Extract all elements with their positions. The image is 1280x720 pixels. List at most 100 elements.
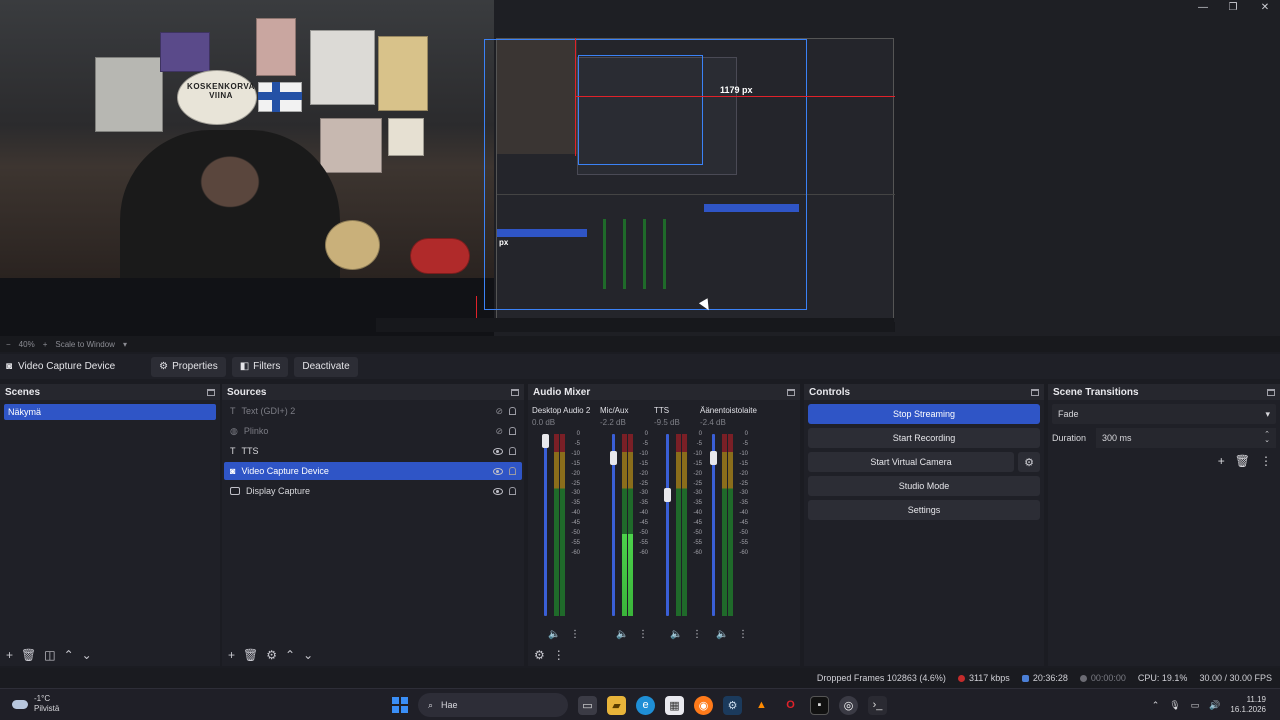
- lock-icon[interactable]: [509, 407, 516, 415]
- guide-line-horizontal: [575, 96, 895, 97]
- status-bar: Dropped Frames 102863 (4.6%) 3117 kbps 2…: [0, 668, 1280, 688]
- zoom-in-button[interactable]: +: [43, 340, 48, 349]
- terminal-icon[interactable]: ▪: [810, 695, 829, 715]
- mixer-title: Audio Mixer: [533, 386, 591, 398]
- weather-widget[interactable]: -1°C Pilvistä: [12, 694, 59, 714]
- transitions-header: Scene Transitions: [1048, 384, 1280, 400]
- scene-filters-icon[interactable]: ◫: [44, 648, 55, 662]
- store-icon[interactable]: ▦: [665, 695, 684, 715]
- more-options-icon[interactable]: ⋮: [553, 648, 565, 662]
- lock-icon[interactable]: [509, 427, 516, 435]
- trash-icon[interactable]: 🗑: [21, 648, 36, 662]
- hidden-eye-icon[interactable]: ⊘: [495, 426, 503, 437]
- undock-icon[interactable]: [1031, 388, 1039, 396]
- trash-icon[interactable]: 🗑: [1235, 454, 1250, 468]
- lock-icon[interactable]: [509, 487, 516, 495]
- studio-mode-button[interactable]: Studio Mode: [808, 476, 1040, 496]
- minimize-icon[interactable]: —: [1195, 2, 1211, 13]
- add-source-button[interactable]: +: [228, 648, 235, 662]
- undock-icon[interactable]: [1267, 388, 1275, 396]
- scale-tick: -10: [639, 450, 648, 457]
- obs-icon[interactable]: ◎: [839, 695, 858, 715]
- start-virtual-camera-button[interactable]: Start Virtual Camera: [808, 452, 1014, 472]
- scale-mode[interactable]: Scale to Window: [55, 340, 115, 349]
- edge-icon[interactable]: e: [636, 695, 655, 715]
- source-item[interactable]: T TTS: [224, 442, 522, 460]
- move-up-icon[interactable]: ⌃: [285, 648, 295, 662]
- speaker-icon[interactable]: 🔈: [670, 629, 682, 640]
- volume-icon[interactable]: 🔊: [1209, 700, 1220, 711]
- add-transition-icon[interactable]: +: [1218, 454, 1225, 468]
- trash-icon[interactable]: 🗑: [243, 648, 258, 662]
- filters-label: Filters: [253, 361, 281, 372]
- fader-knob[interactable]: [710, 450, 717, 465]
- audio-mixer-dock: Audio Mixer Desktop Audio 2 0.0 dB 0 -5 -10 -…: [528, 384, 800, 666]
- move-down-icon[interactable]: ⌄: [82, 648, 92, 662]
- fader-knob[interactable]: [610, 450, 617, 465]
- controls-title: Controls: [809, 386, 851, 398]
- vlc-icon[interactable]: ▲: [752, 696, 771, 715]
- windows-taskbar: -1°C Pilvistä ⌕ Hae ▭ ▰ e ▦ ◉ ⚙ ▲ O ▪ ◎ …: [0, 688, 1280, 720]
- stop-streaming-button[interactable]: Stop Streaming: [808, 404, 1040, 424]
- gear-icon[interactable]: ⚙: [266, 648, 277, 662]
- firefox-icon[interactable]: ◉: [694, 695, 713, 715]
- hidden-eye-icon[interactable]: ⊘: [495, 406, 503, 417]
- more-options-icon[interactable]: ⋮: [738, 629, 748, 640]
- undock-icon[interactable]: [207, 388, 215, 396]
- close-icon[interactable]: ✕: [1257, 2, 1273, 13]
- start-button[interactable]: [392, 697, 408, 713]
- eye-icon[interactable]: [493, 487, 503, 495]
- fader-knob[interactable]: [664, 487, 671, 502]
- eye-icon[interactable]: [493, 467, 503, 475]
- lock-icon[interactable]: [509, 447, 516, 455]
- source-item[interactable]: T Text (GDI+) 2 ⊘: [224, 402, 522, 420]
- fader-knob[interactable]: [542, 434, 549, 448]
- speaker-icon[interactable]: 🔈: [616, 629, 628, 640]
- source-item[interactable]: ◙ Video Capture Device: [224, 462, 522, 480]
- console-icon[interactable]: ›_: [868, 695, 887, 715]
- settings-button[interactable]: Settings: [808, 500, 1040, 520]
- scene-item[interactable]: Näkymä: [4, 404, 216, 420]
- volume-fader[interactable]: [666, 434, 669, 616]
- deactivate-button[interactable]: Deactivate: [294, 356, 358, 377]
- start-recording-button[interactable]: Start Recording: [808, 428, 1040, 448]
- filters-button[interactable]: ◧ Filters: [231, 356, 289, 377]
- network-icon[interactable]: ▭: [1191, 700, 1200, 711]
- transition-select[interactable]: Fade ▾: [1052, 404, 1276, 424]
- advanced-audio-icon[interactable]: ⚙: [534, 648, 545, 662]
- lock-icon[interactable]: [509, 467, 516, 475]
- properties-button[interactable]: ⚙ Properties: [151, 356, 226, 377]
- volume-fader[interactable]: [544, 434, 547, 616]
- taskbar-search[interactable]: ⌕ Hae: [418, 693, 568, 717]
- microphone-icon[interactable]: 🎙: [1169, 700, 1180, 711]
- clock[interactable]: 11.19 16.1.2026: [1230, 695, 1266, 715]
- virtual-camera-settings-gear-icon[interactable]: ⚙: [1018, 452, 1040, 472]
- tray-overflow-icon[interactable]: ⌃: [1152, 700, 1160, 711]
- speaker-icon[interactable]: 🔈: [548, 629, 560, 640]
- scale-mode-chevron-icon[interactable]: ▾: [123, 340, 127, 349]
- file-explorer-icon[interactable]: ▰: [607, 695, 626, 715]
- more-options-icon[interactable]: ⋮: [1260, 454, 1272, 468]
- zoom-out-button[interactable]: −: [6, 340, 11, 349]
- more-options-icon[interactable]: ⋮: [570, 629, 580, 640]
- dropped-frames: Dropped Frames 102863 (4.6%): [816, 673, 946, 683]
- record-time-group: 00:00:00: [1079, 673, 1126, 683]
- steam-icon[interactable]: ⚙: [723, 695, 742, 715]
- eye-icon[interactable]: [493, 447, 503, 455]
- add-scene-button[interactable]: +: [6, 648, 13, 662]
- preview-canvas[interactable]: KOSKENKORVA VIINA — ❐ ✕ px 1179 px: [0, 0, 1280, 336]
- spinner-icon[interactable]: ⌃ ⌄: [1264, 431, 1270, 444]
- speaker-icon[interactable]: 🔈: [716, 629, 728, 640]
- duration-input[interactable]: 300 ms ⌃ ⌄: [1096, 428, 1276, 448]
- task-view-icon[interactable]: ▭: [578, 695, 597, 715]
- scale-tick: 0: [744, 431, 748, 437]
- more-options-icon[interactable]: ⋮: [638, 629, 648, 640]
- undock-icon[interactable]: [511, 388, 519, 396]
- move-down-icon[interactable]: ⌄: [303, 648, 313, 662]
- opera-icon[interactable]: O: [781, 696, 800, 715]
- undock-icon[interactable]: [787, 388, 795, 396]
- move-up-icon[interactable]: ⌃: [64, 648, 74, 662]
- source-item[interactable]: ◍ Plinko ⊘: [224, 422, 522, 440]
- source-item[interactable]: Display Capture: [224, 482, 522, 500]
- maximize-icon[interactable]: ❐: [1225, 2, 1241, 13]
